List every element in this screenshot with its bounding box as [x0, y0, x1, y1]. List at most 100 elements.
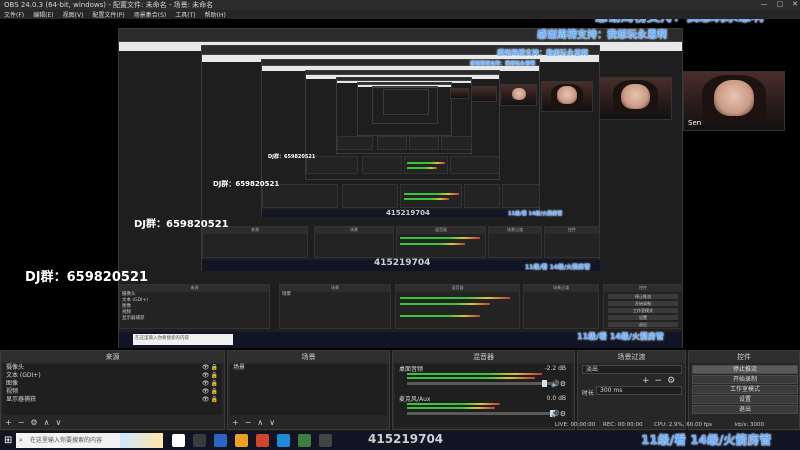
- controls-dock-title: 控件: [689, 351, 799, 363]
- menu-bar: 文件(F) 编辑(E) 视图(V) 配置文件(P) 场景集合(S) 工具(T) …: [0, 10, 800, 19]
- live-status: LIVE: 00:00:00: [555, 422, 596, 428]
- webcam-feed: [450, 88, 469, 99]
- webcam-feed: [500, 84, 537, 106]
- source-item[interactable]: 显示器捕获 👁🔒: [3, 396, 222, 404]
- webcam-label: Sen: [688, 119, 702, 127]
- channel-db: -2.2 dB: [544, 365, 566, 372]
- volume-slider[interactable]: [407, 380, 557, 387]
- level-meter: [407, 407, 496, 409]
- sources-dock-title: 来源: [1, 351, 224, 363]
- scenes-list: 场景: [230, 364, 387, 415]
- scene-item[interactable]: 场景: [230, 364, 387, 372]
- settings-button[interactable]: 设置: [692, 395, 798, 404]
- menu-help[interactable]: 帮助(H): [205, 10, 226, 19]
- menu-edit[interactable]: 编辑(E): [33, 10, 53, 19]
- stop-streaming-button[interactable]: 停止推流: [692, 365, 798, 374]
- preview-canvas[interactable]: 来源 摄像头 文本 (GDI+) 图像 视频 显示器捕获 场景 场景 混音器 场…: [0, 19, 800, 350]
- mixer-channel: 麦克风/Aux 0.0 dB 🔊⚙: [395, 394, 572, 424]
- gift-text: 11级/看 14级/火箭房管: [525, 264, 591, 271]
- windows-start-icon[interactable]: ⊞: [4, 435, 12, 446]
- thanks-banner: 感谢周榜支持：我想玩永恩啊: [595, 19, 764, 25]
- sources-dock: 来源 摄像头 👁🔒 文本 (GDI+) 👁🔒 图像 👁🔒 视频 👁🔒 显示器捕获 👁🔒 +…: [0, 350, 225, 430]
- webcam-feed: [541, 81, 593, 112]
- visibility-lock-icon[interactable]: 👁🔒: [202, 364, 219, 372]
- qq-number-text: 415219704: [374, 258, 431, 268]
- transition-select[interactable]: 淡出: [582, 365, 682, 374]
- start-recording-button[interactable]: 开始录制: [692, 375, 798, 384]
- menu-view[interactable]: 视图(V): [63, 10, 84, 19]
- visibility-lock-icon[interactable]: 👁🔒: [202, 380, 219, 388]
- move-down-button[interactable]: ∨: [55, 418, 61, 427]
- transitions-dock: 场景过渡 淡出 + − ⚙ 时长 300 ms: [577, 350, 686, 430]
- visibility-lock-icon[interactable]: 👁🔒: [202, 372, 219, 380]
- remove-scene-button[interactable]: −: [245, 418, 252, 427]
- remove-transition-button[interactable]: −: [655, 376, 663, 386]
- taskbar-app-icon[interactable]: [193, 434, 206, 447]
- sources-list: 摄像头 👁🔒 文本 (GDI+) 👁🔒 图像 👁🔒 视频 👁🔒 显示器捕获 👁🔒: [3, 364, 222, 415]
- source-item[interactable]: 视频 👁🔒: [3, 388, 222, 396]
- scenes-dock: 场景 场景 + − ∧ ∨: [227, 350, 390, 430]
- level-meter: [407, 373, 542, 375]
- taskbar-app-icon[interactable]: [172, 434, 185, 447]
- channel-name: 麦克风/Aux: [399, 396, 431, 403]
- windows-taskbar: ⊞ ⌕ 在这里输入你要搜索的内容 11级/看 14级/火箭房管 41521970…: [0, 431, 800, 450]
- taskbar-app-icon[interactable]: [298, 434, 311, 447]
- add-transition-button[interactable]: +: [642, 376, 650, 386]
- move-down-button[interactable]: ∨: [269, 418, 275, 427]
- taskbar-app-icon[interactable]: [214, 434, 227, 447]
- qq-group-text: DJ群：659820521: [25, 270, 149, 285]
- level-meter: [407, 377, 536, 379]
- menu-tools[interactable]: 工具(T): [175, 10, 195, 19]
- menu-file[interactable]: 文件(F): [4, 10, 24, 19]
- taskbar-app-icon[interactable]: [319, 434, 332, 447]
- volume-slider[interactable]: [407, 410, 557, 417]
- menu-profile[interactable]: 配置文件(P): [92, 10, 124, 19]
- qq-group-text: DJ群：659820521: [213, 180, 280, 188]
- remove-source-button[interactable]: −: [18, 418, 25, 427]
- mixer-dock: 混音器 桌面音频 -2.2 dB 🔊⚙ 麦克风/Aux 0.0 dB 🔊⚙: [392, 350, 575, 430]
- close-button[interactable]: ✕: [792, 0, 798, 8]
- webcam-feed[interactable]: Sen: [683, 71, 785, 131]
- visibility-lock-icon[interactable]: 👁🔒: [202, 388, 219, 396]
- mixer-channel: 桌面音频 -2.2 dB 🔊⚙: [395, 364, 572, 394]
- gift-text: 11级/看 14级/火箭房管: [508, 211, 563, 217]
- duration-field[interactable]: 300 ms: [596, 386, 682, 395]
- search-icon: ⌕: [19, 436, 23, 444]
- exit-button[interactable]: 退出: [692, 405, 798, 414]
- move-up-button[interactable]: ∧: [257, 418, 263, 427]
- speaker-gear-icon[interactable]: 🔊⚙: [551, 410, 566, 418]
- visibility-lock-icon[interactable]: 👁🔒: [202, 396, 219, 404]
- cpu-status: CPU: 2.9%, 60.00 fps: [654, 422, 713, 428]
- webcam-feed: [599, 77, 672, 120]
- inner-controls-panel: 控件 停止推流 开始录制 工作室模式 设置 退出: [603, 284, 683, 329]
- source-settings-icon[interactable]: ⚙: [30, 418, 37, 427]
- transition-settings-icon[interactable]: ⚙: [667, 376, 675, 386]
- maximize-button[interactable]: □: [777, 0, 784, 8]
- gift-text: 11级/看 14级/火箭房管: [577, 332, 664, 341]
- kbps-status: kb/s: 3000: [735, 422, 764, 428]
- nested-capture: [383, 89, 429, 115]
- qq-group-text: DJ群：659820521: [134, 219, 229, 230]
- menu-scene-collection[interactable]: 场景集合(S): [134, 10, 167, 19]
- transitions-dock-title: 场景过渡: [578, 351, 685, 363]
- taskbar-app-icon[interactable]: [277, 434, 290, 447]
- qq-group-text: DJ群：659820521: [268, 154, 316, 160]
- add-scene-button[interactable]: +: [232, 418, 239, 427]
- source-item[interactable]: 文本 (GDI+) 👁🔒: [3, 372, 222, 380]
- channel-db: 0.0 dB: [546, 395, 566, 402]
- taskbar-app-icon[interactable]: [256, 434, 269, 447]
- channel-name: 桌面音频: [399, 366, 424, 373]
- source-item[interactable]: 摄像头 👁🔒: [3, 364, 222, 372]
- speaker-gear-icon[interactable]: 🔊⚙: [551, 380, 566, 388]
- taskbar-app-icon[interactable]: [235, 434, 248, 447]
- source-item[interactable]: 图像 👁🔒: [3, 380, 222, 388]
- gift-text: 11级/看 14级/火箭房管: [641, 433, 772, 447]
- minimize-button[interactable]: —: [761, 0, 768, 8]
- studio-mode-button[interactable]: 工作室模式: [692, 385, 798, 394]
- inner-transitions-panel: 场景过渡: [523, 284, 599, 329]
- qq-number-text: 415219704: [368, 432, 444, 446]
- title-bar: OBS 24.0.3 (64-bit, windows) - 配置文件: 未命名…: [0, 0, 800, 10]
- duration-label: 时长: [582, 390, 595, 397]
- move-up-button[interactable]: ∧: [44, 418, 50, 427]
- add-source-button[interactable]: +: [5, 418, 12, 427]
